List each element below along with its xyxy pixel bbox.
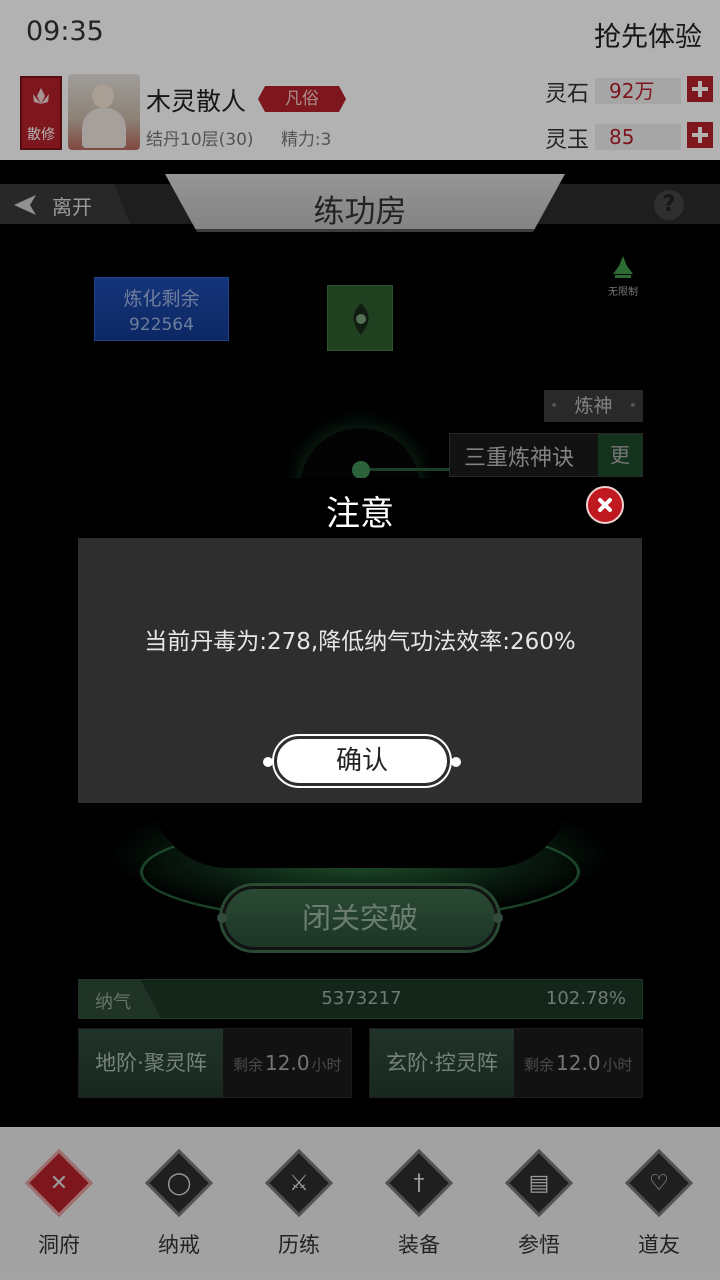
nav-item-friends[interactable]: ♡ 道友 (614, 1147, 704, 1267)
view-toggle-button[interactable] (327, 285, 393, 351)
nav-item-equipment[interactable]: † 装备 (374, 1147, 464, 1267)
dialog-body: 当前丹毒为:278,降低纳气功法效率:260% 确认 (78, 538, 642, 803)
qi-progress-bar: 纳气 5373217 102.78% (78, 979, 643, 1019)
nav-label: 纳戒 (158, 1233, 200, 1257)
refine-spirit-tag[interactable]: 炼神 (544, 390, 643, 422)
refine-remaining-value: 922564 (129, 315, 194, 335)
nav-label: 装备 (398, 1233, 440, 1257)
nav-label: 参悟 (518, 1233, 560, 1257)
technique-box: 三重炼神诀 更 (449, 433, 643, 477)
add-spirit-jade-button[interactable] (687, 122, 713, 148)
array-remaining: 剩余 12.0 小时 (524, 1051, 633, 1075)
spirit-stone-label: 灵石 (545, 82, 590, 107)
array-remaining: 剩余 12.0 小时 (233, 1051, 342, 1075)
array-card-earth[interactable]: 地阶·聚灵阵 剩余 12.0 小时 (78, 1028, 352, 1098)
refine-remaining-label: 炼化剩余 (123, 288, 200, 310)
realm-badge: 凡俗 (258, 86, 346, 112)
ring-icon: ◯ (141, 1147, 217, 1223)
dialog-message: 当前丹毒为:278,降低纳气功法效率:260% (144, 629, 576, 655)
player-info-bar: 散修 木灵散人 凡俗 结丹10层(30) 精力:3 灵石 92万 灵玉 85 (0, 64, 720, 160)
early-access-link[interactable]: 抢先体验 (594, 15, 702, 54)
array-name: 玄阶·控灵阵 (370, 1029, 514, 1097)
nav-label: 洞府 (38, 1233, 80, 1257)
technique-name: 三重炼神诀 (464, 446, 575, 471)
bottom-nav: ✕ 洞府 ◯ 纳戒 ⚔ 历练 † 装备 ▤ 参悟 ♡ 道友 (0, 1127, 720, 1280)
nav-item-cave[interactable]: ✕ 洞府 (14, 1147, 104, 1267)
room-header: 离开 练功房 ? (0, 174, 720, 238)
refine-remaining-box: 炼化剩余 922564 (94, 277, 229, 341)
sect-label: 散修 (27, 127, 55, 143)
change-technique-button[interactable]: 更 (598, 434, 642, 476)
add-spirit-stone-button[interactable] (687, 76, 713, 102)
confirm-button[interactable]: 确认 (263, 736, 461, 786)
qi-percent: 102.78% (545, 988, 626, 1009)
avatar[interactable] (68, 74, 140, 150)
dialog-title: 注意 (326, 494, 394, 534)
nav-item-training[interactable]: ⚔ 历练 (254, 1147, 344, 1267)
dagger-icon: † (381, 1147, 457, 1223)
spirit-jade-label: 灵玉 (545, 128, 590, 153)
breakthrough-button[interactable]: 闭关突破 (217, 886, 503, 950)
orb-node (352, 461, 370, 479)
eye-icon (353, 303, 369, 335)
spirit-stone-value: 92万 (595, 78, 681, 104)
nav-item-ring[interactable]: ◯ 纳戒 (134, 1147, 224, 1267)
close-icon[interactable] (586, 486, 624, 524)
crossed-swords-icon: ⚔ (261, 1147, 337, 1223)
unlimited-indicator[interactable]: 无限制 (600, 254, 646, 299)
spirit-jade-value: 85 (595, 124, 681, 150)
lotus-icon (33, 88, 49, 104)
cultivation-level: 结丹10层(30) (146, 130, 254, 150)
spirit-jade-row: 灵玉 85 (545, 122, 715, 153)
unlimited-label: 无限制 (608, 287, 638, 298)
array-card-mystic[interactable]: 玄阶·控灵阵 剩余 12.0 小时 (369, 1028, 643, 1098)
array-name: 地阶·聚灵阵 (79, 1029, 223, 1097)
spirit-stone-row: 灵石 92万 (545, 76, 715, 107)
clock-time: 09:35 (26, 16, 104, 47)
orb-connector (370, 468, 450, 471)
status-bar: 09:35 抢先体验 (0, 0, 720, 64)
book-icon: ▤ (501, 1147, 577, 1223)
nav-label: 历练 (278, 1233, 320, 1257)
dialog-header: 注意 (78, 478, 642, 538)
cave-icon: ✕ (21, 1147, 97, 1223)
page-title: 练功房 (313, 194, 407, 230)
nav-item-comprehend[interactable]: ▤ 参悟 (494, 1147, 584, 1267)
player-stats: 结丹10层(30) 精力:3 (146, 125, 353, 150)
gourd-icon (613, 256, 633, 278)
handshake-icon: ♡ (621, 1147, 697, 1223)
nav-label: 道友 (638, 1233, 680, 1257)
sect-badge[interactable]: 散修 (20, 76, 62, 150)
energy-value: 精力:3 (280, 130, 332, 150)
help-icon[interactable]: ? (654, 190, 684, 220)
player-name: 木灵散人 (146, 87, 247, 116)
